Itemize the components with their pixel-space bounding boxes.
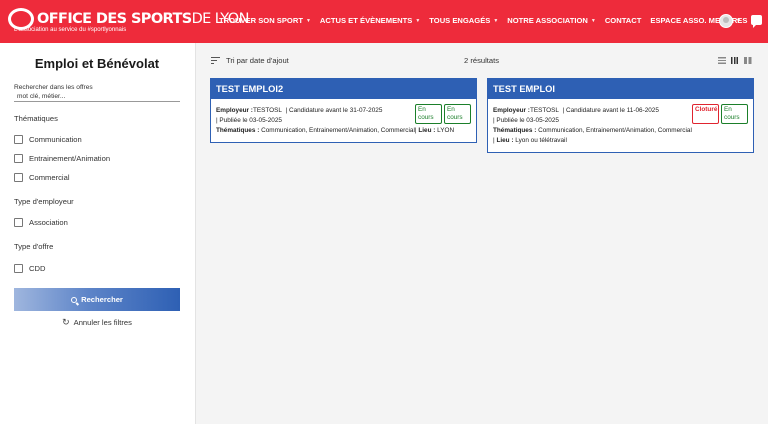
status-badge: En cours	[444, 104, 471, 124]
employer-name: TESTOSL	[252, 107, 282, 114]
search-input[interactable]	[14, 91, 180, 102]
user-avatar[interactable]	[719, 14, 733, 28]
reset-filters-link[interactable]: ↻ Annuler les filtres	[14, 317, 180, 328]
refresh-icon: ↻	[62, 317, 70, 327]
checkbox-label: Entrainement/Animation	[29, 154, 111, 163]
deadline: | Candidature avant le 31-07-2025	[285, 107, 383, 114]
view-toggles	[713, 57, 752, 64]
sidebar-title: Emploi et Bénévolat	[34, 56, 160, 71]
thematiques-list: Communication, Entrainement/Animation, C…	[538, 127, 692, 134]
type-employeur-title: Type d'employeur	[14, 197, 74, 206]
checkbox-label: CDD	[29, 264, 46, 273]
nav-item-trouver-son-sport[interactable]: TROUVER SON SPORT ▼	[219, 16, 311, 25]
columns-view-icon[interactable]	[744, 57, 752, 64]
checkbox[interactable]	[14, 135, 23, 144]
filter-association[interactable]: Association	[14, 218, 68, 227]
job-card-title[interactable]: TEST EMPLOI2	[211, 79, 476, 99]
chevron-down-icon[interactable]: ▼	[736, 18, 741, 24]
list-view-icon[interactable]	[718, 57, 726, 64]
job-location: LYON	[437, 127, 455, 134]
main-nav: TROUVER SON SPORT ▼ ACTUS ET ÉVÈNEMENTS ▼ …	[219, 16, 756, 25]
grid-view-icon[interactable]	[731, 57, 739, 64]
checkbox[interactable]	[14, 264, 23, 273]
checkbox-label: Commercial	[29, 173, 70, 182]
checkbox[interactable]	[14, 218, 23, 227]
chat-icon[interactable]	[751, 15, 762, 28]
employer-name: TESTOSL	[529, 107, 559, 114]
nav-item-tous-engages[interactable]: TOUS ENGAGÉS ▼	[429, 16, 498, 25]
filter-communication[interactable]: Communication	[14, 135, 82, 144]
results-count: 2 résultats	[464, 56, 500, 65]
search-button[interactable]: Rechercher	[14, 288, 180, 311]
site-header: OFFICE DES SPORTSDE LYON L'association a…	[0, 0, 768, 43]
filter-cdd[interactable]: CDD	[14, 264, 45, 273]
checkbox[interactable]	[14, 173, 23, 182]
nav-item-actus-evenements[interactable]: ACTUS ET ÉVÈNEMENTS ▼	[320, 16, 420, 25]
job-location: Lyon ou télétravail	[515, 137, 567, 144]
job-card[interactable]: TEST EMPLOI Employeur :TESTOSL | Candida…	[487, 78, 754, 153]
job-card-title[interactable]: TEST EMPLOI	[488, 79, 753, 99]
type-offre-title: Type d'offre	[14, 242, 54, 251]
chevron-down-icon: ▼	[415, 17, 421, 24]
filter-sidebar: Emploi et Bénévolat Rechercher dans les …	[0, 43, 196, 424]
nav-item-contact[interactable]: CONTACT	[605, 16, 642, 25]
search-icon	[71, 296, 78, 303]
deadline: | Candidature avant le 11-06-2025	[562, 107, 659, 114]
filter-entrainement-animation[interactable]: Entrainement/Animation	[14, 154, 110, 163]
thematiques-list: Communication, Entrainement/Animation, C…	[261, 127, 415, 134]
checkbox-label: Communication	[29, 135, 82, 144]
sort-dropdown[interactable]: Tri par date d'ajout	[211, 56, 289, 65]
status-badge: En cours	[721, 104, 748, 124]
job-card[interactable]: TEST EMPLOI2 Employeur :TESTOSL | Candid…	[210, 78, 477, 143]
thematiques-title: Thématiques	[14, 114, 58, 123]
status-badge: Cloturé	[692, 104, 719, 124]
sort-icon	[211, 57, 220, 65]
chevron-down-icon: ▼	[493, 17, 499, 24]
chevron-down-icon: ▼	[305, 17, 311, 24]
logo-tagline: L'association au service du #sportlyonna…	[14, 27, 127, 33]
chevron-down-icon: ▼	[590, 17, 596, 24]
logo-main-text: OFFICE DES SPORTS	[37, 11, 192, 27]
status-badge: En cours	[415, 104, 442, 124]
sort-label: Tri par date d'ajout	[226, 56, 289, 65]
checkbox[interactable]	[14, 154, 23, 163]
nav-item-notre-association[interactable]: NOTRE ASSOCIATION ▼	[507, 16, 596, 25]
filter-commercial[interactable]: Commercial	[14, 173, 70, 182]
checkbox-label: Association	[29, 218, 68, 227]
